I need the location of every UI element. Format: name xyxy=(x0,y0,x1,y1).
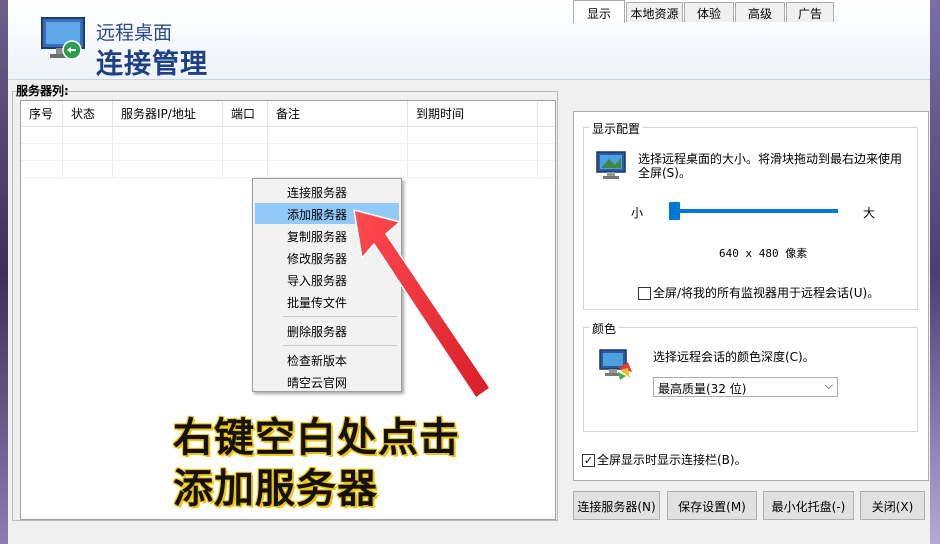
chevron-down-icon[interactable]: ⌵ xyxy=(825,379,833,393)
column-header-note[interactable]: 备注 xyxy=(268,101,408,126)
display-description-line2: 全屏(S)。 xyxy=(638,166,691,180)
display-config-title: 显示配置 xyxy=(590,120,643,137)
resolution-readout: 640 x 480 像素 xyxy=(719,247,808,260)
app-title-small: 远程桌面 xyxy=(96,22,173,44)
desktop-background-right xyxy=(930,0,940,544)
slider-max-label: 大 xyxy=(863,206,876,220)
column-header-port[interactable]: 端口 xyxy=(223,101,268,126)
resolution-slider-thumb[interactable] xyxy=(669,202,680,220)
tab-advanced[interactable]: 高级 xyxy=(735,2,785,22)
connection-bar-checkbox[interactable]: ✓ xyxy=(582,454,595,467)
color-group-title: 颜色 xyxy=(590,320,619,337)
minimize-to-tray-button[interactable]: 最小化托盘(-) xyxy=(763,491,854,520)
column-header-expiry[interactable]: 到期时间 xyxy=(408,101,538,126)
table-row xyxy=(21,144,555,161)
tab-ads[interactable]: 广告 xyxy=(786,2,834,22)
column-header-address[interactable]: 服务器IP/地址 xyxy=(113,101,223,126)
color-depth-select[interactable]: 最高质量(32 位) ⌵ xyxy=(653,377,838,397)
tab-experience[interactable]: 体验 xyxy=(684,2,734,22)
multi-monitor-label[interactable]: 全屏/将我的所有监视器用于远程会话(U)。 xyxy=(653,286,879,301)
desktop-background-left xyxy=(0,0,8,544)
server-list-body[interactable] xyxy=(21,127,555,178)
color-depth-description: 选择远程会话的颜色深度(C)。 xyxy=(653,350,815,364)
tab-local-resources[interactable]: 本地资源 xyxy=(626,2,683,22)
resolution-slider-track[interactable] xyxy=(676,209,838,213)
menu-item-connect-server[interactable]: 连接服务器 xyxy=(255,181,399,202)
multi-monitor-checkbox[interactable] xyxy=(638,287,651,300)
instruction-text-line2: 添加服务器 xyxy=(173,466,378,512)
column-header-index[interactable]: 序号 xyxy=(21,101,63,126)
slider-min-label: 小 xyxy=(631,206,644,220)
color-monitor-icon xyxy=(599,349,632,380)
connection-bar-label[interactable]: 全屏显示时显示连接栏(B)。 xyxy=(597,453,747,468)
color-depth-selected-value: 最高质量(32 位) xyxy=(658,382,747,396)
monitor-icon xyxy=(596,151,626,179)
close-button[interactable]: 关闭(X) xyxy=(860,491,925,520)
table-row xyxy=(21,127,555,144)
save-settings-button[interactable]: 保存设置(M) xyxy=(667,491,757,520)
remote-desktop-icon xyxy=(41,17,85,60)
instruction-text-line1: 右键空白处点击 xyxy=(173,415,460,461)
table-row xyxy=(21,161,555,178)
app-title-big: 连接管理 xyxy=(96,49,208,80)
display-description-line1: 选择远程桌面的大小。将滑块拖动到最右边来使用 xyxy=(638,152,903,166)
tab-display[interactable]: 显示 xyxy=(573,0,625,23)
server-list-header: 序号 状态 服务器IP/地址 端口 备注 到期时间 xyxy=(21,101,555,127)
annotation-arrow-icon xyxy=(353,209,491,399)
column-header-status[interactable]: 状态 xyxy=(63,101,113,126)
server-list-label: 服务器列: xyxy=(16,84,69,98)
connect-server-button[interactable]: 连接服务器(N) xyxy=(573,491,660,520)
